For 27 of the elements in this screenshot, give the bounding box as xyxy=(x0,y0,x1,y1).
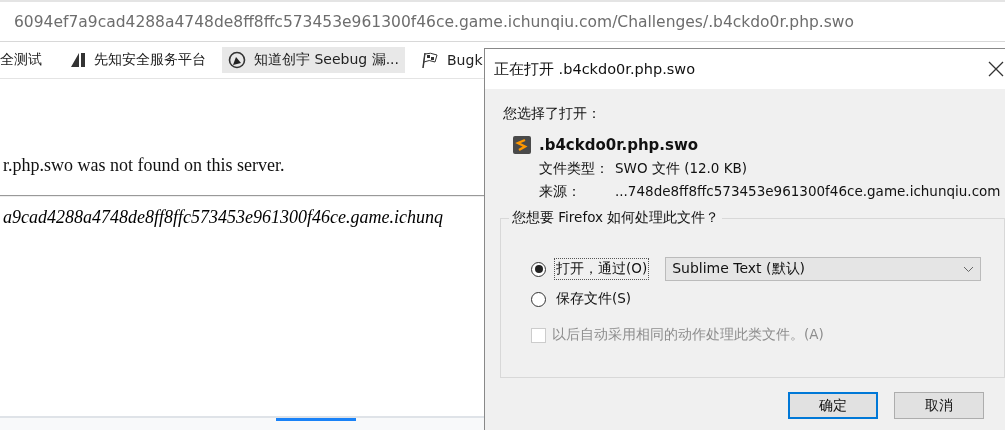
type-value: SWO 文件 (12.0 KB) xyxy=(615,160,749,178)
bookmark-item[interactable]: 先知安全服务平台 xyxy=(64,47,212,73)
radio-label[interactable]: 保存文件(S) xyxy=(554,288,634,310)
error-message: r.php.swo was not found on this server. xyxy=(3,155,285,176)
close-icon[interactable] xyxy=(988,61,1004,77)
prompt-text: 您选择了打开： xyxy=(503,105,602,123)
source-value: ...748de8ff8ffc573453e961300f46ce.game.ichunqiu.com xyxy=(615,183,1001,201)
radio-label[interactable]: 打开，通过(O) xyxy=(554,258,650,280)
radio-button[interactable] xyxy=(531,291,546,307)
server-address: a9cad4288a4748de8ff8ffc573453e961300f46ce.game.ichunq xyxy=(3,207,443,228)
app-dropdown[interactable]: Sublime Text (默认) xyxy=(665,257,982,281)
file-name: .b4ckdo0r.php.swo xyxy=(539,136,699,154)
window-title: 正在打开 .b4ckdo0r.php.swo xyxy=(494,59,696,79)
bookmark-item[interactable]: 知道创宇 Seebug 漏... xyxy=(222,47,405,73)
group-title: 您想要 Firefox 如何处理此文件？ xyxy=(509,209,723,227)
dialog-button[interactable]: 取消 xyxy=(894,392,984,419)
type-label: 文件类型： xyxy=(539,160,609,178)
radio-button[interactable] xyxy=(531,261,546,277)
bookmark-icon xyxy=(70,52,86,68)
caret-icon xyxy=(963,265,975,273)
flag-icon xyxy=(421,51,439,69)
address-bar-url[interactable]: 6094ef7a9cad4288a4748de8ff8ffc573453e961300f46ce.game.ichunqiu.com/Challenges/.b4ckdo0r.php.swo xyxy=(14,12,854,31)
bookmark-icon xyxy=(228,51,246,69)
file-icon xyxy=(513,136,531,154)
bookmark-item[interactable]: 全测试 xyxy=(0,47,48,73)
source-label: 来源： xyxy=(539,183,582,201)
dialog-button[interactable]: 确定 xyxy=(788,392,878,419)
